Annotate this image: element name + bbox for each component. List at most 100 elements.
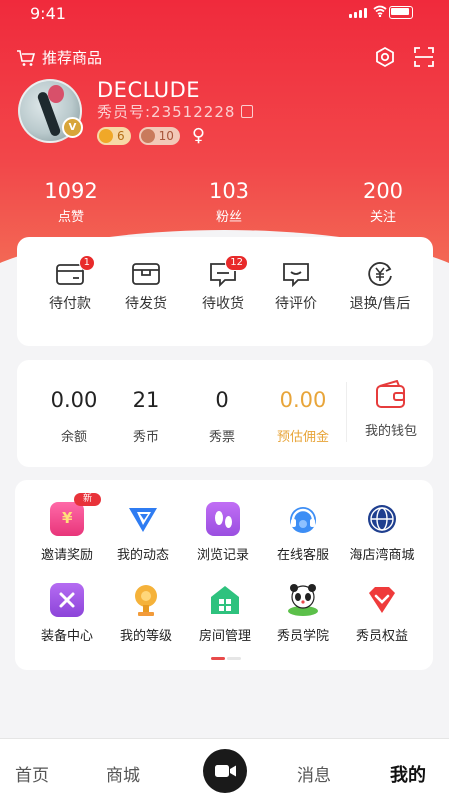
order-label: 待收货 [202, 296, 244, 312]
video-camera-icon [215, 765, 236, 777]
orders-card: 1 待付款 待发货 12 待收货 待评价 退换/售后 [17, 237, 433, 346]
balance-item[interactable]: 0.00 余额 [39, 388, 109, 445]
tab-messages[interactable]: 消息 [297, 761, 331, 786]
order-label: 待付款 [49, 296, 91, 312]
settings-icon[interactable] [374, 46, 396, 68]
order-label: 待评价 [275, 296, 317, 312]
order-pending-review[interactable]: 待评价 [260, 261, 332, 313]
gift-icon: ¥ 新 [50, 493, 102, 536]
comment-icon [281, 261, 311, 288]
service-haidianwan-mall[interactable]: 海店湾商城 [337, 502, 427, 563]
order-after-sales[interactable]: 退换/售后 [337, 261, 423, 313]
trophy-icon [129, 583, 163, 617]
new-badge: 新 [74, 493, 102, 506]
battery-icon [389, 6, 413, 19]
service-invite-rewards[interactable]: ¥ 新 邀请奖励 [25, 493, 109, 563]
live-camera-button[interactable] [203, 749, 247, 793]
likes-count: 1092 [44, 179, 98, 203]
wifi-icon [373, 5, 387, 17]
service-label: 装备中心 [40, 629, 93, 644]
diamond-count: 10 [158, 128, 174, 143]
balance-value: 0.00 [50, 388, 98, 412]
service-my-level[interactable]: 我的等级 [104, 583, 188, 644]
order-label: 待发货 [125, 296, 167, 312]
cart-icon [17, 49, 36, 66]
tab-home[interactable]: 首页 [15, 761, 49, 786]
order-pending-payment[interactable]: 1 待付款 [34, 255, 106, 313]
mic-icon [99, 128, 113, 143]
commission-item[interactable]: 0.00 预估佣金 [268, 388, 338, 445]
status-bar: 9:41 [0, 0, 449, 26]
order-pending-receipt[interactable]: 12 待收货 [187, 255, 259, 313]
status-time: 9:41 [30, 4, 66, 23]
service-label: 浏览记录 [196, 548, 249, 563]
stat-likes[interactable]: 1092 点赞 [16, 179, 126, 225]
following-count: 200 [362, 179, 404, 203]
copy-icon[interactable] [241, 105, 254, 118]
female-icon: ♀ [191, 125, 206, 146]
footprint-icon [206, 502, 240, 536]
order-badge: 1 [78, 255, 95, 271]
show-coin-value: 21 [132, 388, 160, 412]
wallet-icon [376, 380, 405, 408]
user-id: 秀员号:23512228 [97, 101, 254, 122]
wallet-card: 0.00 余额 21 秀币 0 秀票 0.00 预估佣金 我的钱包 [17, 360, 433, 467]
dynamic-icon [126, 502, 160, 536]
user-tags: 6 10 ♀ [97, 125, 205, 146]
service-browse-history[interactable]: 浏览记录 [181, 502, 265, 563]
service-label: 邀请奖励 [40, 548, 93, 563]
my-wallet-label: 我的钱包 [364, 424, 417, 439]
likes-label: 点赞 [57, 210, 84, 225]
tab-mall[interactable]: 商城 [106, 761, 140, 786]
toolbox-icon [50, 583, 84, 617]
wallet-card-icon: 1 [55, 255, 95, 287]
commission-value: 0.00 [279, 388, 327, 412]
tab-mine[interactable]: 我的 [390, 761, 426, 787]
vip-badge: V [62, 117, 83, 138]
username: DECLUDE [97, 78, 201, 102]
order-label: 退换/售后 [349, 296, 411, 312]
wallet-divider [346, 382, 347, 442]
service-label: 海店湾商城 [349, 548, 415, 563]
yen-refresh-icon [365, 261, 395, 287]
service-label: 秀员权益 [355, 629, 408, 644]
house-icon [208, 583, 242, 617]
stat-following[interactable]: 200 关注 [328, 179, 438, 225]
heart-badge-icon [365, 583, 399, 617]
service-label: 秀员学院 [276, 629, 329, 644]
stat-fans[interactable]: 103 粉丝 [174, 179, 284, 225]
box-icon [131, 261, 161, 287]
scan-icon[interactable] [413, 46, 435, 68]
headset-icon [286, 502, 320, 536]
fans-count: 103 [208, 179, 250, 203]
service-label: 在线客服 [276, 548, 329, 563]
service-my-dynamics[interactable]: 我的动态 [101, 502, 185, 563]
show-coin-label: 秀币 [132, 430, 159, 445]
commission-label: 预估佣金 [276, 430, 329, 445]
tab-bar: 首页 商城 消息 我的 [0, 738, 449, 801]
service-member-benefits[interactable]: 秀员权益 [337, 583, 427, 644]
order-pending-shipment[interactable]: 待发货 [110, 261, 182, 313]
show-ticket-item[interactable]: 0 秀票 [187, 388, 257, 445]
diamond-icon [140, 128, 155, 143]
service-equipment-center[interactable]: 装备中心 [25, 583, 109, 644]
user-id-text: 秀员号:23512228 [97, 103, 236, 121]
recommend-products[interactable]: 推荐商品 [16, 47, 102, 68]
order-badge: 12 [225, 255, 248, 271]
globe-icon [365, 502, 399, 536]
mic-count: 6 [117, 128, 125, 143]
fans-label: 粉丝 [215, 210, 242, 225]
my-wallet-button[interactable]: 我的钱包 [351, 380, 431, 439]
show-coin-item[interactable]: 21 秀币 [111, 388, 181, 445]
service-room-management[interactable]: 房间管理 [183, 583, 267, 644]
service-online-support[interactable]: 在线客服 [261, 502, 345, 563]
signal-icon [349, 8, 367, 18]
following-label: 关注 [369, 210, 396, 225]
recommend-label: 推荐商品 [42, 49, 103, 67]
show-ticket-label: 秀票 [208, 430, 235, 445]
service-label: 房间管理 [198, 629, 251, 644]
balance-label: 余额 [60, 430, 87, 445]
panda-icon [286, 583, 320, 617]
service-label: 我的动态 [116, 548, 169, 563]
service-show-academy[interactable]: 秀员学院 [261, 583, 345, 644]
